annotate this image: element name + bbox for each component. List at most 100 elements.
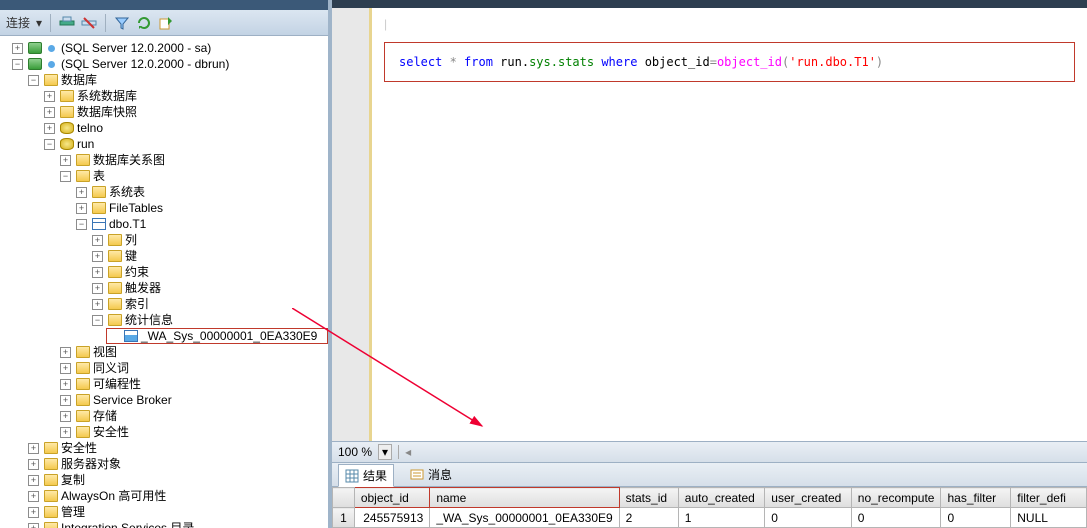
tree-security-db[interactable]: +安全性 bbox=[58, 424, 328, 440]
cell-stats-id[interactable]: 2 bbox=[619, 508, 678, 528]
connect-dropdown[interactable]: ▾ bbox=[36, 16, 42, 30]
col-object-id[interactable]: object_id bbox=[354, 488, 430, 508]
pane-title-bar bbox=[0, 0, 328, 10]
server-icon bbox=[28, 42, 42, 54]
grid-header-row: object_id name stats_id auto_created use… bbox=[333, 488, 1087, 508]
filter-icon[interactable] bbox=[114, 15, 130, 31]
tab-results-label: 结果 bbox=[363, 467, 387, 484]
messages-icon bbox=[410, 468, 424, 482]
cell-auto-created[interactable]: 1 bbox=[678, 508, 764, 528]
sql-text: object_id bbox=[645, 55, 710, 69]
grid-corner[interactable] bbox=[333, 488, 355, 508]
object-explorer-tree[interactable]: +(SQL Server 12.0.2000 - sa) −(SQL Serve… bbox=[0, 36, 328, 528]
tree-system-databases[interactable]: +系统数据库 bbox=[42, 88, 328, 104]
tree-db-diagrams[interactable]: +数据库关系图 bbox=[58, 152, 328, 168]
tree-server-dbrun[interactable]: −(SQL Server 12.0.2000 - dbrun) bbox=[10, 56, 328, 72]
tab-messages[interactable]: 消息 bbox=[404, 464, 458, 485]
tree-service-broker[interactable]: +Service Broker bbox=[58, 392, 328, 408]
tree-db-telno[interactable]: +telno bbox=[42, 120, 328, 136]
col-auto-created[interactable]: auto_created bbox=[678, 488, 764, 508]
editor-body[interactable]: | select * from run.sys.stats where obje… bbox=[372, 8, 1087, 441]
cell-user-created[interactable]: 0 bbox=[765, 508, 851, 528]
tree-server-sa[interactable]: +(SQL Server 12.0.2000 - sa) bbox=[10, 40, 328, 56]
col-no-recompute[interactable]: no_recompute bbox=[851, 488, 941, 508]
toolbar-separator bbox=[50, 14, 51, 32]
connect-icon[interactable] bbox=[59, 15, 75, 31]
sql-string: 'run.dbo.T1' bbox=[789, 55, 876, 69]
grid-row[interactable]: 1 245575913 _WA_Sys_00000001_0EA330E9 2 … bbox=[333, 508, 1087, 528]
editor-gutter bbox=[332, 8, 372, 441]
tree-tables[interactable]: −表 bbox=[58, 168, 328, 184]
tree-db-snapshots[interactable]: +数据库快照 bbox=[42, 104, 328, 120]
zoom-bar: 100 % ▾ ◂ bbox=[332, 441, 1087, 463]
sql-function: object_id bbox=[717, 55, 782, 69]
folder-icon bbox=[108, 250, 122, 262]
tree-filetables[interactable]: +FileTables bbox=[74, 200, 328, 216]
folder-icon bbox=[76, 362, 90, 374]
tree-synonyms[interactable]: +同义词 bbox=[58, 360, 328, 376]
tree-constraints[interactable]: +约束 bbox=[90, 264, 328, 280]
dot-icon bbox=[48, 45, 55, 52]
results-grid[interactable]: object_id name stats_id auto_created use… bbox=[332, 487, 1087, 528]
zoom-dropdown-icon[interactable]: ▾ bbox=[378, 444, 392, 460]
tree-db-run[interactable]: −run bbox=[42, 136, 328, 152]
tree-stat-item[interactable]: _WA_Sys_00000001_0EA330E9 bbox=[106, 328, 328, 344]
cell-has-filter[interactable]: 0 bbox=[941, 508, 1011, 528]
folder-icon bbox=[60, 106, 74, 118]
cell-name[interactable]: _WA_Sys_00000001_0EA330E9 bbox=[430, 508, 619, 528]
sql-text-box[interactable]: select * from run.sys.stats where object… bbox=[384, 42, 1075, 82]
sql-editor-area[interactable]: | select * from run.sys.stats where obje… bbox=[332, 8, 1087, 441]
tree-management[interactable]: +管理 bbox=[26, 504, 328, 520]
tree-integration-services[interactable]: +Integration Services 目录 bbox=[26, 520, 328, 528]
database-icon bbox=[60, 138, 74, 150]
tree-security[interactable]: +安全性 bbox=[26, 440, 328, 456]
row-number[interactable]: 1 bbox=[333, 508, 355, 528]
sql-text: ) bbox=[876, 55, 883, 69]
folder-icon bbox=[44, 522, 58, 528]
dot-icon bbox=[48, 61, 55, 68]
nav-left-icon[interactable]: ◂ bbox=[405, 445, 411, 459]
tree-indexes[interactable]: +索引 bbox=[90, 296, 328, 312]
zoom-level[interactable]: 100 % bbox=[338, 445, 372, 459]
folder-icon bbox=[60, 90, 74, 102]
tree-alwayson[interactable]: +AlwaysOn 高可用性 bbox=[26, 488, 328, 504]
folder-icon bbox=[92, 202, 106, 214]
tree-columns[interactable]: +列 bbox=[90, 232, 328, 248]
folder-icon bbox=[92, 186, 106, 198]
cell-no-recompute[interactable]: 0 bbox=[851, 508, 941, 528]
toolbar-separator bbox=[105, 14, 106, 32]
tree-programmability[interactable]: +可编程性 bbox=[58, 376, 328, 392]
tree-views[interactable]: +视图 bbox=[58, 344, 328, 360]
folder-icon bbox=[108, 314, 122, 326]
tree-system-tables[interactable]: +系统表 bbox=[74, 184, 328, 200]
folder-icon bbox=[44, 506, 58, 518]
folder-icon bbox=[44, 474, 58, 486]
folder-icon bbox=[44, 458, 58, 470]
tree-table-dbo-t1[interactable]: −dbo.T1 bbox=[74, 216, 328, 232]
export-icon[interactable] bbox=[158, 15, 174, 31]
folder-icon bbox=[108, 282, 122, 294]
connect-label[interactable]: 连接 bbox=[6, 14, 30, 31]
tree-replication[interactable]: +复制 bbox=[26, 472, 328, 488]
document-tab-strip[interactable] bbox=[332, 0, 1087, 8]
tree-triggers[interactable]: +触发器 bbox=[90, 280, 328, 296]
sql-keyword: from bbox=[464, 55, 493, 69]
tree-statistics[interactable]: −统计信息 bbox=[90, 312, 328, 328]
results-tabs: 结果 消息 bbox=[332, 463, 1087, 487]
cell-filter-def[interactable]: NULL bbox=[1011, 508, 1087, 528]
col-stats-id[interactable]: stats_id bbox=[619, 488, 678, 508]
folder-icon bbox=[76, 426, 90, 438]
tree-storage[interactable]: +存储 bbox=[58, 408, 328, 424]
col-name[interactable]: name bbox=[430, 488, 619, 508]
tab-results[interactable]: 结果 bbox=[338, 464, 394, 487]
refresh-icon[interactable] bbox=[136, 15, 152, 31]
col-filter-def[interactable]: filter_defi bbox=[1011, 488, 1087, 508]
disconnect-icon[interactable] bbox=[81, 15, 97, 31]
sql-keyword: select bbox=[399, 55, 442, 69]
tree-server-objects[interactable]: +服务器对象 bbox=[26, 456, 328, 472]
col-user-created[interactable]: user_created bbox=[765, 488, 851, 508]
cell-object-id[interactable]: 245575913 bbox=[354, 508, 430, 528]
tree-databases[interactable]: −数据库 bbox=[26, 72, 328, 88]
col-has-filter[interactable]: has_filter bbox=[941, 488, 1011, 508]
tree-keys[interactable]: +键 bbox=[90, 248, 328, 264]
